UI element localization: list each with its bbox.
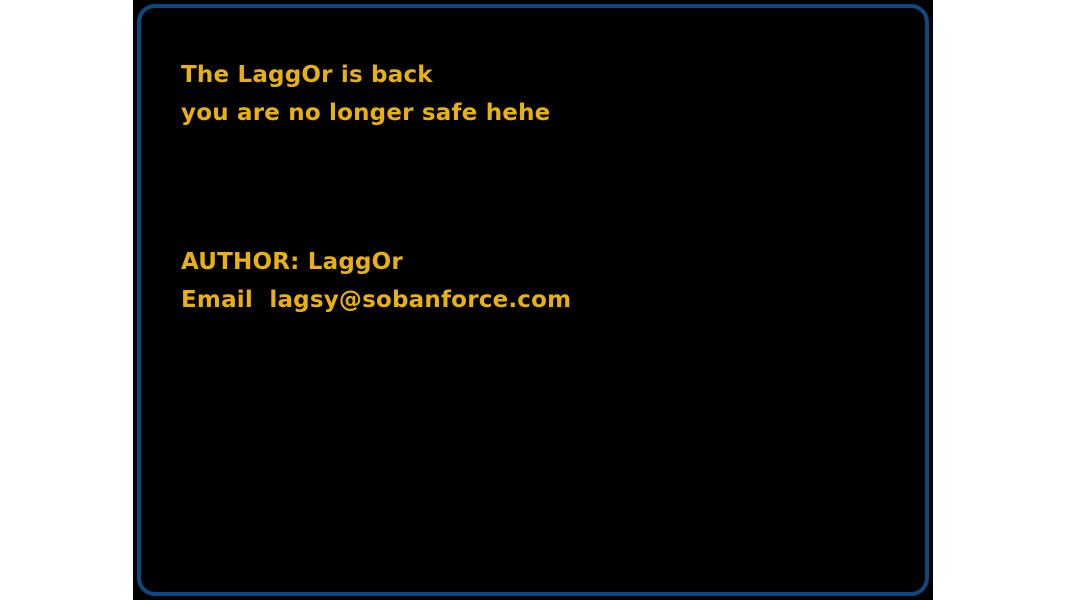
message-line-2: you are no longer safe hehe: [181, 100, 551, 126]
credits-text: AUTHOR: LaggOr Email lagsy@sobanforce.co…: [181, 243, 571, 319]
game-stage: The LaggOr is back you are no longer saf…: [133, 0, 933, 600]
email-line: Email lagsy@sobanforce.com: [181, 287, 572, 313]
message-screen: The LaggOr is back you are no longer saf…: [137, 4, 929, 596]
message-text: The LaggOr is back you are no longer saf…: [181, 56, 550, 132]
message-line-1: The LaggOr is back: [181, 62, 433, 88]
author-line: AUTHOR: LaggOr: [181, 249, 403, 275]
